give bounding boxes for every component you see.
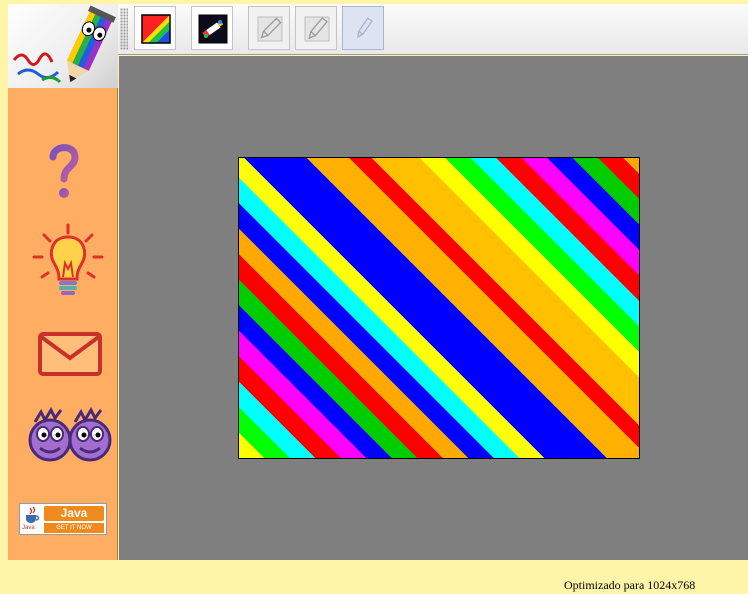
brush-on-dark-icon [198, 14, 228, 44]
drawing-canvas[interactable] [238, 157, 640, 459]
pencil-3-button[interactable] [342, 6, 384, 50]
java-wordmark: Java [44, 506, 104, 521]
tips-button[interactable] [30, 223, 106, 308]
app-logo [8, 4, 118, 88]
help-button[interactable] [48, 140, 80, 207]
pencil-icon [357, 17, 373, 39]
pencil-mascot-icon [12, 5, 116, 84]
pencil-icon [304, 16, 330, 42]
faces-icon [28, 406, 112, 462]
resolution-note: Optimizado para 1024x768 [564, 578, 696, 592]
pencil-1-button[interactable] [248, 6, 290, 50]
brush-palette-button[interactable] [191, 6, 233, 50]
sidebar [8, 88, 118, 560]
java-get-it-now-badge[interactable]: Java GET IT NOW Java [19, 503, 107, 535]
java-cup-icon [26, 506, 40, 523]
contact-button[interactable] [36, 328, 104, 385]
toolbar [118, 4, 748, 55]
question-mark-icon [49, 144, 79, 198]
about-button[interactable] [25, 406, 115, 473]
rainbow-square-icon [141, 14, 171, 44]
pencil-2-button[interactable] [295, 6, 337, 50]
java-small-label: Java [22, 525, 35, 531]
diagonal-stripes-image [239, 158, 639, 458]
colors-button[interactable] [134, 6, 176, 50]
lightbulb-icon [32, 223, 104, 295]
pencil-icon [257, 16, 283, 42]
toolbar-grip[interactable] [120, 8, 128, 50]
canvas-area[interactable] [119, 56, 748, 560]
envelope-icon [38, 332, 102, 376]
java-tagline: GET IT NOW [44, 523, 104, 533]
